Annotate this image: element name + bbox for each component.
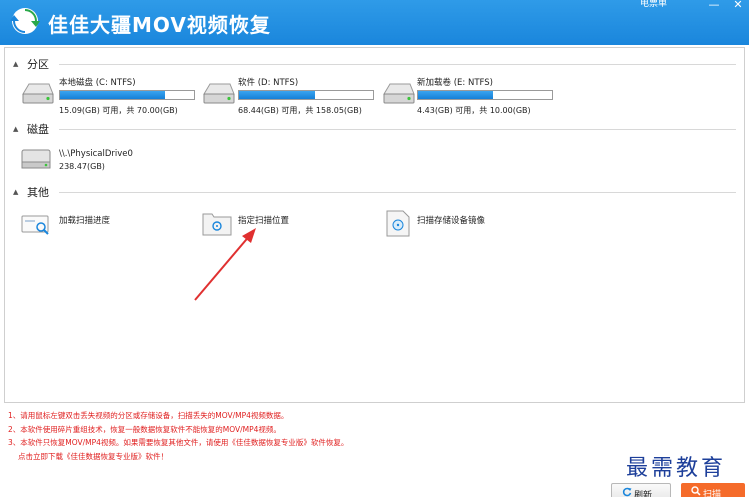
usage-bar	[417, 90, 553, 100]
scan-label: 扫描	[703, 490, 722, 497]
notes: 1、请用鼠标左键双击丢失视频的分区或存储设备，扫描丢失的MOV/MP4视频数据。…	[8, 409, 608, 463]
section-title-other: 其他	[27, 186, 49, 199]
partition-item-e[interactable]: 新加载卷 (E: NTFS) 4.43(GB) 可用，共 10.00(GB)	[380, 76, 560, 116]
titlebar-extra-link[interactable]: 电票单	[640, 0, 667, 9]
section-title-disks: 磁盘	[27, 123, 49, 136]
partition-item-d[interactable]: 软件 (D: NTFS) 68.44(GB) 可用，共 158.05(GB)	[200, 76, 380, 116]
load-scan-progress-item[interactable]: 加载扫描进度	[19, 208, 189, 238]
app-title: 佳佳大疆MOV视频恢复	[48, 13, 271, 37]
partition-item-c[interactable]: 本地磁盘 (C: NTFS) 15.09(GB) 可用，共 70.00(GB)	[19, 76, 199, 116]
disk-name: \\.\PhysicalDrive0	[59, 149, 133, 159]
partition-name: 软件 (D: NTFS)	[238, 78, 299, 88]
scan-device-image-label: 扫描存储设备镜像	[417, 216, 486, 226]
title-bar: 佳佳大疆MOV视频恢复 电票单 — ✕	[0, 0, 749, 45]
usage-bar-fill	[239, 91, 316, 99]
minimize-button[interactable]: —	[706, 0, 722, 11]
scan-device-image-icon	[386, 210, 410, 237]
collapse-arrow-icon[interactable]: ▲	[13, 60, 18, 68]
refresh-button[interactable]: 刷新	[611, 483, 671, 497]
note-line: 2、本软件使用碎片重组技术，恢复一般数据恢复软件不能恢复的MOV/MP4视频。	[8, 424, 281, 434]
hard-drive-icon	[383, 83, 415, 104]
annotation-arrow	[194, 228, 256, 301]
usage-bar	[59, 90, 195, 100]
section-partitions[interactable]: ▲ 分区	[5, 56, 740, 72]
load-scan-progress-label: 加载扫描进度	[59, 216, 111, 226]
scan-device-image-item[interactable]: 扫描存储设备镜像	[383, 208, 563, 238]
section-disks[interactable]: ▲ 磁盘	[5, 121, 740, 137]
hard-drive-icon	[203, 83, 235, 104]
physical-disk-icon	[21, 149, 51, 169]
usage-bar-fill	[418, 91, 494, 99]
refresh-icon	[622, 487, 632, 497]
section-divider	[59, 192, 736, 193]
disk-item-physicaldrive0[interactable]: \\.\PhysicalDrive0 238.47(GB)	[19, 144, 199, 180]
download-link[interactable]: 点击立即下载《佳佳数据恢复专业版》软件！	[8, 450, 608, 464]
note-line: 1、请用鼠标左键双击丢失视频的分区或存储设备，扫描丢失的MOV/MP4视频数据。	[8, 411, 289, 420]
disk-size: 238.47(GB)	[59, 162, 105, 171]
device-list-panel: ▲ 分区 本地磁盘 (C: NTFS) 15.09(GB) 可用，共 70.00…	[4, 47, 745, 403]
hard-drive-icon	[22, 83, 54, 104]
section-other[interactable]: ▲ 其他	[5, 184, 740, 200]
partition-size: 15.09(GB) 可用，共 70.00(GB)	[59, 106, 178, 115]
usage-bar-fill	[60, 91, 165, 99]
partition-name: 新加载卷 (E: NTFS)	[417, 78, 493, 88]
section-title-partitions: 分区	[27, 58, 49, 71]
collapse-arrow-icon[interactable]: ▲	[13, 188, 18, 196]
collapse-arrow-icon[interactable]: ▲	[13, 125, 18, 133]
usage-bar	[238, 90, 374, 100]
refresh-label: 刷新	[634, 491, 653, 497]
close-button[interactable]: ✕	[730, 0, 746, 11]
note-line: 3、本软件只恢复MOV/MP4视频。如果需要恢复其他文件，请使用《佳佳数据恢复专…	[8, 438, 349, 447]
scan-button[interactable]: 扫描	[681, 483, 745, 497]
search-icon	[691, 486, 701, 496]
partition-size: 4.43(GB) 可用，共 10.00(GB)	[417, 106, 531, 115]
section-divider	[59, 64, 736, 65]
app-logo-icon	[10, 8, 40, 34]
load-scan-progress-icon	[21, 215, 49, 235]
partition-size: 68.44(GB) 可用，共 158.05(GB)	[238, 106, 362, 115]
partition-name: 本地磁盘 (C: NTFS)	[59, 78, 136, 88]
watermark: 最需教育	[626, 456, 727, 481]
section-divider	[59, 129, 736, 130]
